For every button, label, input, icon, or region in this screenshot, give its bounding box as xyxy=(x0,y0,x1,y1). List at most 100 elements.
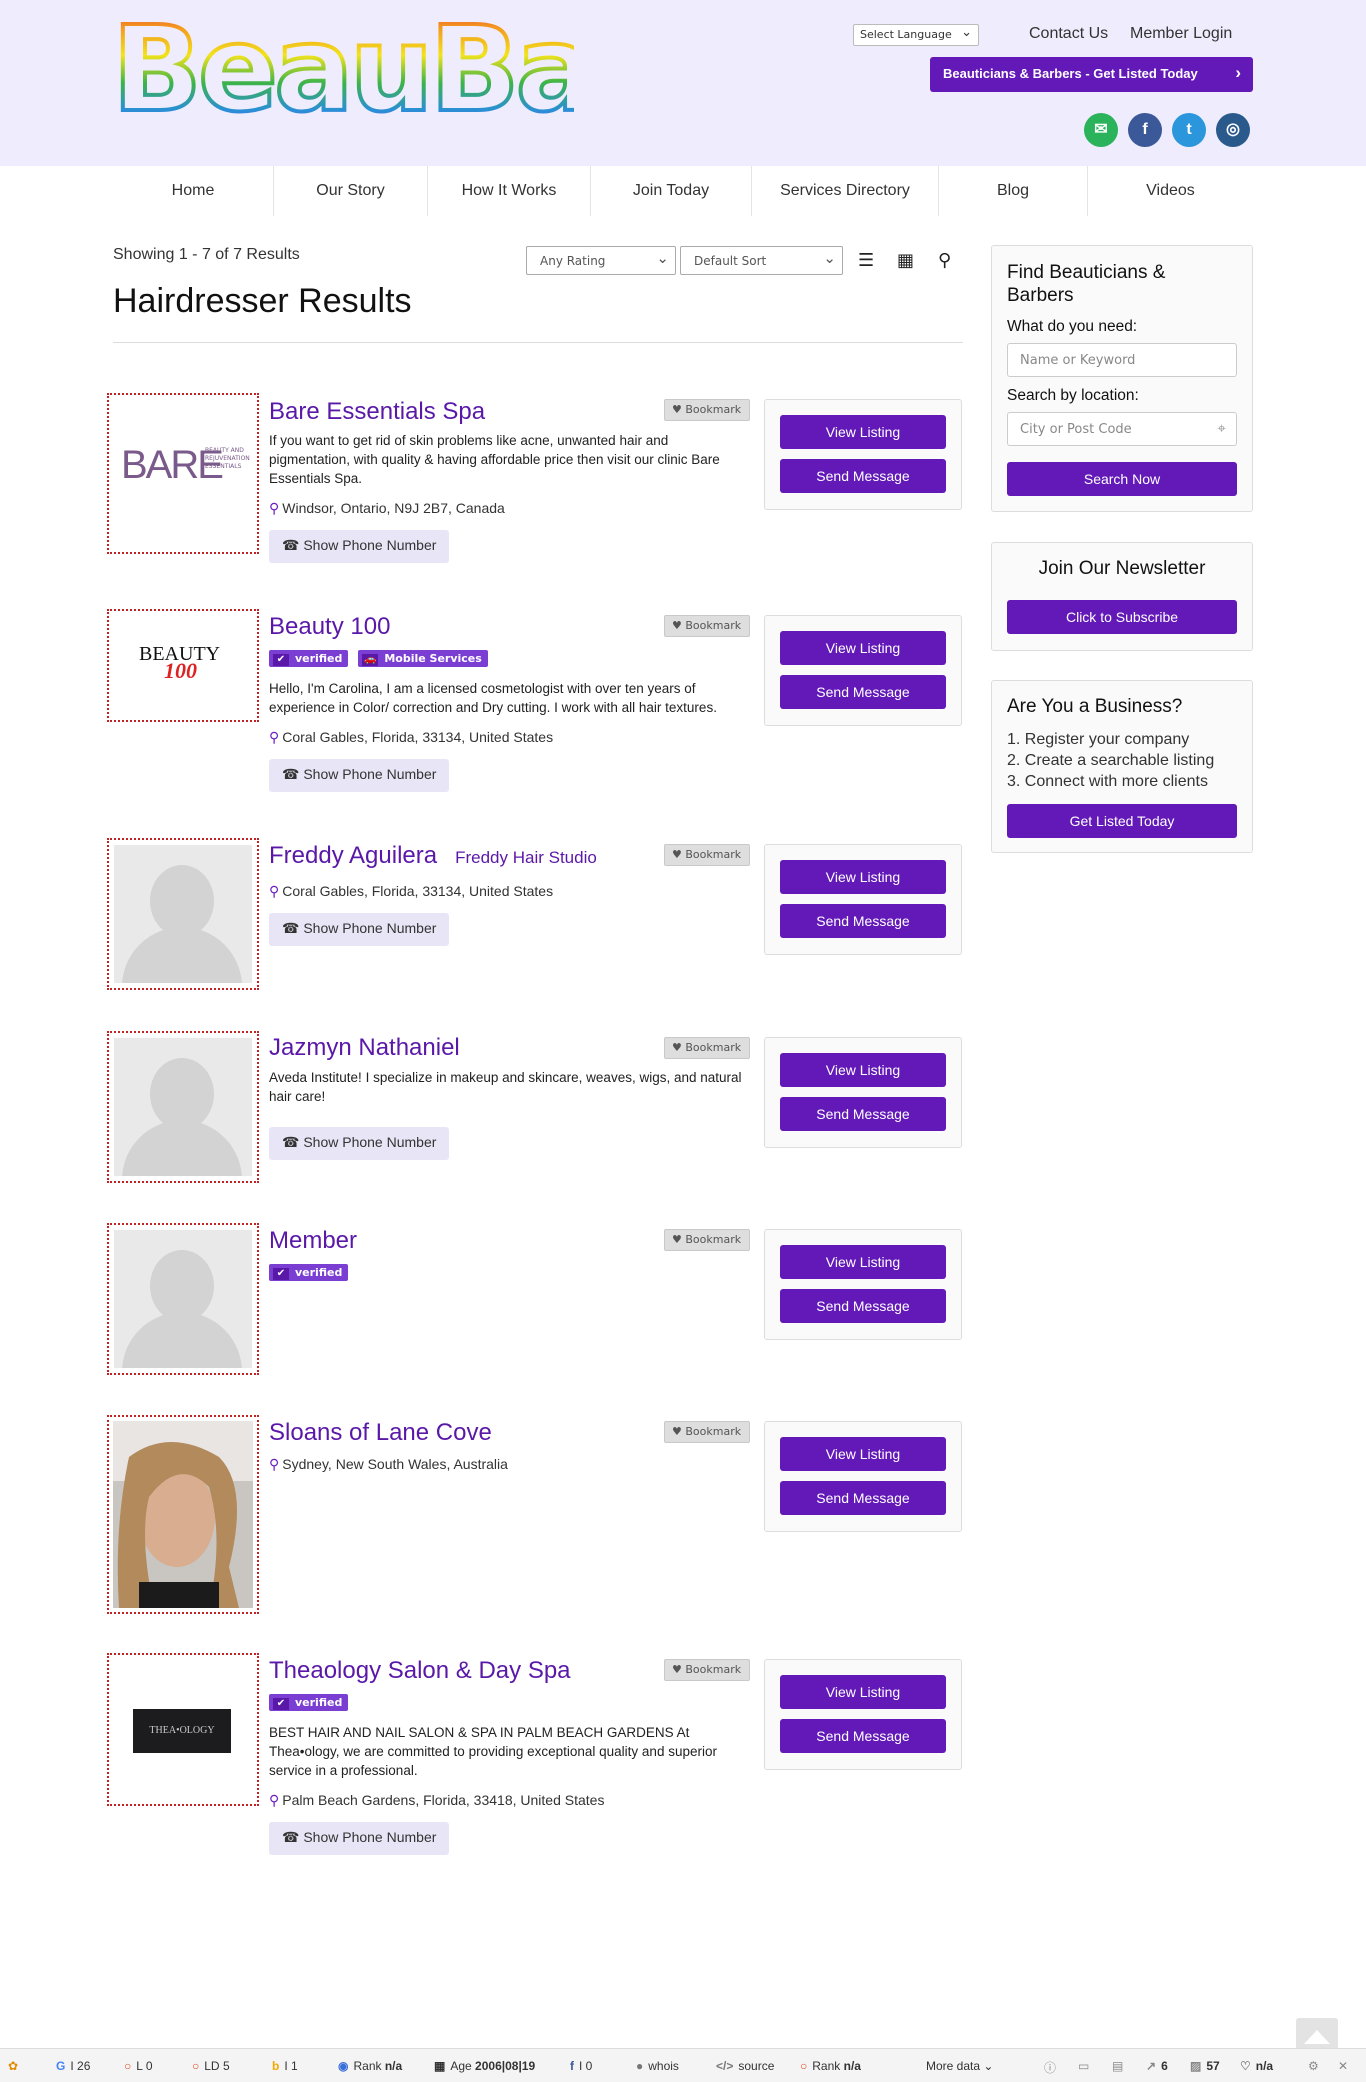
screen-icon[interactable]: ▭ xyxy=(1078,2059,1089,2073)
nav-videos[interactable]: Videos xyxy=(1088,166,1253,216)
nav-our-story[interactable]: Our Story xyxy=(274,166,428,216)
listing-company[interactable]: Freddy Hair Studio xyxy=(455,848,597,867)
bing-index[interactable]: bI 1 xyxy=(272,2059,298,2073)
sort-select[interactable]: Default Sort xyxy=(680,246,843,275)
nav-join-today[interactable]: Join Today xyxy=(591,166,752,216)
domain-age[interactable]: ▦ Age 2006|08|19 xyxy=(434,2059,535,2073)
default-avatar xyxy=(114,1230,252,1368)
location-input[interactable]: City or Post Code ⌖ xyxy=(1007,412,1237,446)
view-listing-button[interactable]: View Listing xyxy=(780,1053,946,1087)
send-message-button[interactable]: Send Message xyxy=(780,1097,946,1131)
source-link[interactable]: </> source xyxy=(716,2059,774,2073)
listing-address: ⚲ Windsor, Ontario, N9J 2B7, Canada xyxy=(269,500,505,517)
listing-name[interactable]: Jazmyn Nathaniel xyxy=(269,1034,460,1062)
twitter-icon[interactable]: t xyxy=(1172,113,1206,147)
view-listing-button[interactable]: View Listing xyxy=(780,1245,946,1279)
rank-label: Rank xyxy=(353,2059,382,2073)
nav-services-directory[interactable]: Services Directory xyxy=(752,166,939,216)
send-message-button[interactable]: Send Message xyxy=(780,1481,946,1515)
bookmark-button[interactable]: ♥ Bookmark xyxy=(664,615,750,637)
whois-link[interactable]: ● whois xyxy=(636,2059,679,2073)
show-phone-button[interactable]: ☎ Show Phone Number xyxy=(269,759,450,792)
bookmark-button[interactable]: ♥ Bookmark xyxy=(664,1037,750,1059)
listing-thumbnail[interactable]: BEAUTY 100 xyxy=(107,609,259,722)
more-data-dropdown[interactable]: More data ⌄ xyxy=(926,2059,993,2073)
main-nav: Home Our Story How It Works Join Today S… xyxy=(113,166,1253,216)
internal-pages[interactable]: ▨ 57 xyxy=(1190,2059,1220,2073)
rank-alexa[interactable]: ◉ Rank n/a xyxy=(338,2059,402,2073)
locate-icon[interactable]: ⌖ xyxy=(1218,419,1226,437)
member-login-link[interactable]: Member Login xyxy=(1130,25,1232,43)
heart-icon: ♥ xyxy=(672,1233,686,1246)
show-phone-button[interactable]: ☎ Show Phone Number xyxy=(269,1127,450,1160)
nav-how-it-works[interactable]: How It Works xyxy=(428,166,591,216)
heart-icon: ♡ xyxy=(1240,2059,1251,2073)
heart-metric[interactable]: ♡ n/a xyxy=(1240,2059,1273,2073)
bookmark-label: Bookmark xyxy=(685,619,742,632)
links-count[interactable]: ○ L 0 xyxy=(124,2059,153,2073)
listing-thumbnail[interactable] xyxy=(107,1031,259,1183)
subscribe-button[interactable]: Click to Subscribe xyxy=(1007,600,1237,634)
listing-name[interactable]: Member xyxy=(269,1227,357,1255)
bookmark-button[interactable]: ♥ Bookmark xyxy=(664,1229,750,1251)
show-phone-button[interactable]: ☎ Show Phone Number xyxy=(269,1822,450,1855)
listing-name[interactable]: Bare Essentials Spa xyxy=(269,398,485,426)
listing-thumbnail[interactable] xyxy=(107,1223,259,1375)
rank-semrush[interactable]: ○ Rank n/a xyxy=(800,2059,861,2073)
send-message-button[interactable]: Send Message xyxy=(780,1289,946,1323)
listing-thumbnail[interactable]: THEA•OLOGY xyxy=(107,1653,259,1806)
listing-thumbnail[interactable]: BARE BEAUTY AND REJUVENATION ESSENTIALS xyxy=(107,393,259,554)
search-now-button[interactable]: Search Now xyxy=(1007,462,1237,496)
view-listing-button[interactable]: View Listing xyxy=(780,1437,946,1471)
send-message-button[interactable]: Send Message xyxy=(780,675,946,709)
language-select[interactable]: Select Language xyxy=(853,24,979,46)
facebook-icon[interactable]: f xyxy=(1128,113,1162,147)
external-links[interactable]: ↗ 6 xyxy=(1146,2059,1168,2073)
get-listed-today-button[interactable]: Get Listed Today xyxy=(1007,804,1237,838)
map-pin-icon: ⚲ xyxy=(269,883,280,899)
rating-select[interactable]: Any Rating xyxy=(526,246,676,275)
view-listing-button[interactable]: View Listing xyxy=(780,631,946,665)
facebook-likes[interactable]: fI 0 xyxy=(570,2059,592,2073)
linking-domains[interactable]: ○ LD 5 xyxy=(192,2059,230,2073)
envelope-icon[interactable]: ✉ xyxy=(1084,113,1118,147)
show-phone-button[interactable]: ☎ Show Phone Number xyxy=(269,913,450,946)
listing-card: Member ♥ Bookmark ✔ verified View Listing… xyxy=(107,1223,965,1378)
listing-description: Hello, I'm Carolina, I am a licensed cos… xyxy=(269,681,717,715)
send-message-button[interactable]: Send Message xyxy=(780,904,946,938)
view-listing-button[interactable]: View Listing xyxy=(780,860,946,894)
bookmark-button[interactable]: ♥ Bookmark xyxy=(664,1421,750,1443)
info-icon[interactable]: ⓘ xyxy=(1044,2059,1056,2076)
list-view-icon[interactable]: ☰ xyxy=(858,250,874,271)
show-phone-button[interactable]: ☎ Show Phone Number xyxy=(269,530,450,563)
close-icon[interactable]: ✕ xyxy=(1338,2059,1348,2073)
listing-name[interactable]: Sloans of Lane Cove xyxy=(269,1419,492,1447)
send-message-button[interactable]: Send Message xyxy=(780,459,946,493)
send-message-button[interactable]: Send Message xyxy=(780,1719,946,1753)
listing-name[interactable]: Freddy Aguilera Freddy Hair Studio xyxy=(269,842,597,870)
view-listing-button[interactable]: View Listing xyxy=(780,1675,946,1709)
beaubar-logo[interactable]: BeauBar xyxy=(112,18,574,120)
bookmark-button[interactable]: ♥ Bookmark xyxy=(664,399,750,421)
listing-name[interactable]: Beauty 100 xyxy=(269,613,390,641)
nav-blog[interactable]: Blog xyxy=(939,166,1088,216)
bookmark-button[interactable]: ♥ Bookmark xyxy=(664,844,750,866)
google-index[interactable]: GI 26 xyxy=(56,2059,90,2073)
instagram-icon[interactable]: ◎ xyxy=(1216,113,1250,147)
chart-icon[interactable]: ▤ xyxy=(1112,2059,1123,2073)
listing-thumbnail[interactable] xyxy=(107,1415,259,1614)
grid-view-icon[interactable]: ▦ xyxy=(897,250,914,271)
keyword-input[interactable]: Name or Keyword xyxy=(1007,343,1237,377)
listing-name[interactable]: Theaology Salon & Day Spa xyxy=(269,1657,571,1685)
seo-logo-icon[interactable]: ✿ xyxy=(8,2059,18,2073)
listing-thumbnail[interactable] xyxy=(107,838,259,990)
bookmark-button[interactable]: ♥ Bookmark xyxy=(664,1659,750,1681)
get-listed-button[interactable]: Beauticians & Barbers - Get Listed Today… xyxy=(930,57,1253,92)
contact-link[interactable]: Contact Us xyxy=(1029,25,1108,43)
view-listing-button[interactable]: View Listing xyxy=(780,415,946,449)
map-view-icon[interactable]: ⚲ xyxy=(938,250,951,271)
step-2: 2. Create a searchable listing xyxy=(1007,752,1215,769)
settings-icon[interactable]: ⚙ xyxy=(1308,2059,1319,2073)
nav-home[interactable]: Home xyxy=(113,166,274,216)
whois-label: whois xyxy=(648,2059,679,2073)
